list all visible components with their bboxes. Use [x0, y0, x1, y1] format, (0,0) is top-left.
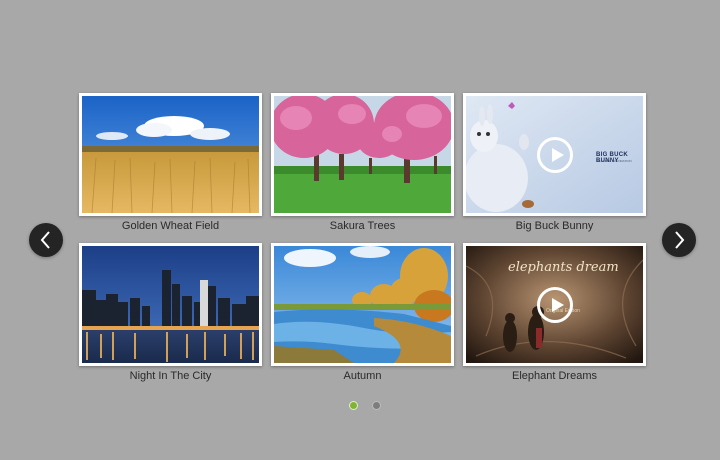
item-caption: Golden Wheat Field [121, 220, 220, 232]
item-caption: Night In The City [129, 370, 212, 382]
page-dot-2[interactable] [372, 401, 381, 410]
item-caption: Big Buck Bunny [515, 220, 594, 232]
big-buck-bunny-image: BIG BUCK BUNNY BLENDER FOUNDATION [466, 96, 643, 213]
gallery-item-elephant-dreams[interactable]: elephants dream Original Edition Elephan… [463, 243, 646, 383]
item-caption: Autumn [343, 370, 382, 382]
gallery-item-night-in-the-city[interactable]: Night In The City [79, 243, 262, 383]
elephant-dreams-image: elephants dream Original Edition [466, 246, 643, 363]
gallery-item-big-buck-bunny[interactable]: BIG BUCK BUNNY BLENDER FOUNDATION Big Bu… [463, 93, 646, 233]
gallery-item-sakura-trees[interactable]: Sakura Trees [271, 93, 454, 233]
gallery-item-golden-wheat-field[interactable]: Golden Wheat Field [79, 93, 262, 233]
chevron-right-icon [675, 231, 685, 249]
previous-button[interactable] [29, 223, 63, 257]
thumbnail-frame: BIG BUCK BUNNY BLENDER FOUNDATION [463, 93, 646, 216]
wheat-field-image [82, 96, 259, 213]
play-icon[interactable] [536, 286, 573, 323]
thumbnail-frame [79, 243, 262, 366]
thumbnail-frame: elephants dream Original Edition [463, 243, 646, 366]
video-overlay-title: elephants dream [508, 260, 619, 275]
chevron-left-icon [40, 231, 50, 249]
gallery-item-autumn[interactable]: Autumn [271, 243, 454, 383]
gallery-slider: Golden Wheat Field Sakura Trees BIG BUCK… [0, 0, 720, 460]
gallery-grid: Golden Wheat Field Sakura Trees BIG BUCK… [79, 93, 647, 383]
item-caption: Sakura Trees [329, 220, 396, 232]
item-caption: Elephant Dreams [512, 370, 597, 382]
sakura-trees-image [274, 96, 451, 213]
autumn-image [274, 246, 451, 363]
play-icon[interactable] [536, 136, 573, 173]
thumbnail-frame [79, 93, 262, 216]
video-overlay-subtitle: BLENDER FOUNDATION [597, 159, 632, 163]
next-button[interactable] [662, 223, 696, 257]
thumbnail-frame [271, 243, 454, 366]
page-dot-1-active[interactable] [349, 401, 358, 410]
city-night-image [82, 246, 259, 363]
thumbnail-frame [271, 93, 454, 216]
pagination-dots [349, 401, 381, 410]
